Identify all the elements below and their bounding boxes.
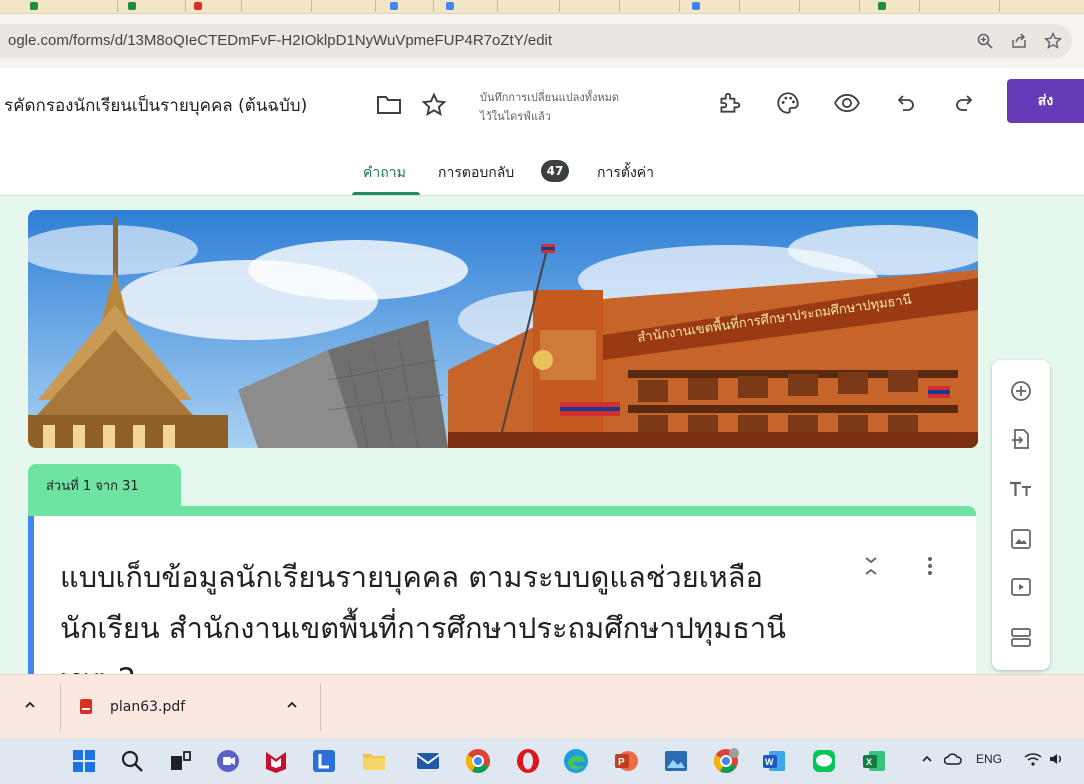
send-button[interactable]: ส่ง (1007, 79, 1084, 123)
language-indicator[interactable]: ENG (976, 752, 1002, 766)
forms-header: รคัดกรองนักเรียนเป็นรายบุคคล (ต้นฉบับ) บ… (0, 68, 1084, 196)
windows-start-icon[interactable] (70, 747, 98, 775)
task-view-icon[interactable] (166, 747, 194, 775)
import-questions-icon[interactable] (1006, 424, 1036, 454)
browser-toolbar: ogle.com/forms/d/13M8oQIeCTEDmFvF-H2IOkl… (0, 14, 1084, 68)
responses-count-badge: 47 (541, 160, 569, 182)
browser-tab[interactable] (800, 0, 860, 12)
tab-settings[interactable]: การตั้งค่า (597, 162, 654, 184)
browser-tab[interactable] (376, 0, 434, 12)
add-title-icon[interactable] (1006, 474, 1036, 504)
browser-tab[interactable] (0, 0, 118, 12)
addons-puzzle-icon[interactable] (714, 88, 744, 118)
tab-questions[interactable]: คำถาม (363, 162, 406, 184)
browser-tab[interactable] (186, 0, 242, 12)
browser-tab-strip (0, 0, 1084, 14)
browser-tab[interactable] (740, 0, 800, 12)
word-icon[interactable]: W (760, 747, 788, 775)
browser-tab[interactable] (498, 0, 560, 12)
section-indicator: ส่วนที่ 1 จาก 31 (28, 464, 181, 506)
download-bar: plan63.pdf (0, 674, 1084, 738)
address-bar[interactable]: ogle.com/forms/d/13M8oQIeCTEDmFvF-H2IOkl… (0, 24, 1072, 58)
more-options-icon[interactable] (924, 554, 936, 582)
share-icon[interactable] (1010, 32, 1028, 50)
onedrive-cloud-icon[interactable] (943, 752, 962, 769)
excel-icon[interactable]: X (860, 747, 888, 775)
mcafee-icon[interactable] (262, 747, 290, 775)
add-image-icon[interactable] (1006, 524, 1036, 554)
tab-responses[interactable]: การตอบกลับ (438, 162, 514, 184)
chrome-icon[interactable] (464, 747, 492, 775)
active-tab-indicator (352, 192, 420, 195)
browser-tab[interactable] (242, 0, 312, 12)
header-banner-image[interactable]: สำนักงานเขตพื้นที่การศึกษาประถมศึกษาปทุม… (28, 210, 978, 448)
address-bar-actions (976, 24, 1062, 58)
floating-toolbar (992, 360, 1050, 670)
section-title[interactable]: แบบเก็บข้อมูลนักเรียนรายบุคคล ตามระบบดูแ… (60, 552, 830, 674)
file-explorer-icon[interactable] (360, 747, 388, 775)
browser-tab[interactable] (920, 0, 1000, 12)
add-video-icon[interactable] (1006, 572, 1036, 602)
app-l-icon[interactable] (310, 747, 338, 775)
windows-taskbar: P W X ENG (0, 738, 1084, 784)
form-tabs: คำถาม การตอบกลับ 47 การตั้งค่า (0, 156, 1084, 196)
browser-tab[interactable] (434, 0, 498, 12)
undo-icon[interactable] (891, 88, 921, 118)
browser-tab[interactable] (560, 0, 620, 12)
save-status-line: ไว้ในไดรฟ์แล้ว (480, 110, 551, 123)
download-file-name: plan63.pdf (110, 699, 186, 715)
star-icon[interactable] (421, 92, 447, 122)
browser-tab[interactable] (680, 0, 740, 12)
wifi-icon[interactable] (1024, 752, 1042, 769)
pdf-file-icon (80, 699, 92, 714)
save-status-line: บันทึกการเปลี่ยนแปลงทั้งหมด (480, 91, 620, 104)
divider (60, 683, 61, 731)
tray-chevron-up-icon[interactable] (920, 752, 934, 769)
browser-tab[interactable] (312, 0, 376, 12)
bookmark-star-icon[interactable] (1044, 32, 1062, 50)
form-title[interactable]: รคัดกรองนักเรียนเป็นรายบุคคล (ต้นฉบับ) (4, 92, 307, 119)
svg-text:W: W (765, 757, 774, 767)
powerpoint-icon[interactable]: P (612, 747, 640, 775)
divider (320, 683, 321, 731)
preview-eye-icon[interactable] (832, 88, 862, 118)
browser-tab[interactable] (860, 0, 920, 12)
svg-text:P: P (618, 757, 625, 768)
selected-card-accent (28, 516, 34, 674)
line-app-icon[interactable] (810, 747, 838, 775)
chat-icon[interactable] (214, 747, 242, 775)
form-canvas: สำนักงานเขตพื้นที่การศึกษาประถมศึกษาปทุม… (0, 196, 1084, 674)
chrome-profile-icon[interactable] (712, 747, 740, 775)
redo-icon[interactable] (949, 88, 979, 118)
mail-icon[interactable] (414, 747, 442, 775)
palette-icon[interactable] (773, 88, 803, 118)
opera-icon[interactable] (514, 747, 542, 775)
banner-illustration: สำนักงานเขตพื้นที่การศึกษาประถมศึกษาปทุม… (28, 210, 978, 448)
volume-icon[interactable] (1048, 752, 1066, 769)
chevron-up-icon[interactable] (284, 697, 300, 717)
chevron-up-icon[interactable] (22, 697, 38, 717)
browser-tab[interactable] (118, 0, 186, 12)
edge-icon[interactable] (562, 747, 590, 775)
svg-text:X: X (866, 757, 872, 767)
zoom-icon[interactable] (976, 32, 994, 50)
search-icon[interactable] (118, 747, 146, 775)
collapse-section-icon[interactable] (861, 554, 881, 582)
folder-icon[interactable] (376, 94, 402, 120)
save-status: บันทึกการเปลี่ยนแปลงทั้งหมด ไว้ในไดรฟ์แล… (480, 88, 700, 126)
add-question-icon[interactable] (1006, 376, 1036, 406)
add-section-icon[interactable] (1006, 622, 1036, 652)
photos-icon[interactable] (662, 747, 690, 775)
download-item[interactable]: plan63.pdf (70, 683, 320, 731)
browser-tab[interactable] (620, 0, 680, 12)
